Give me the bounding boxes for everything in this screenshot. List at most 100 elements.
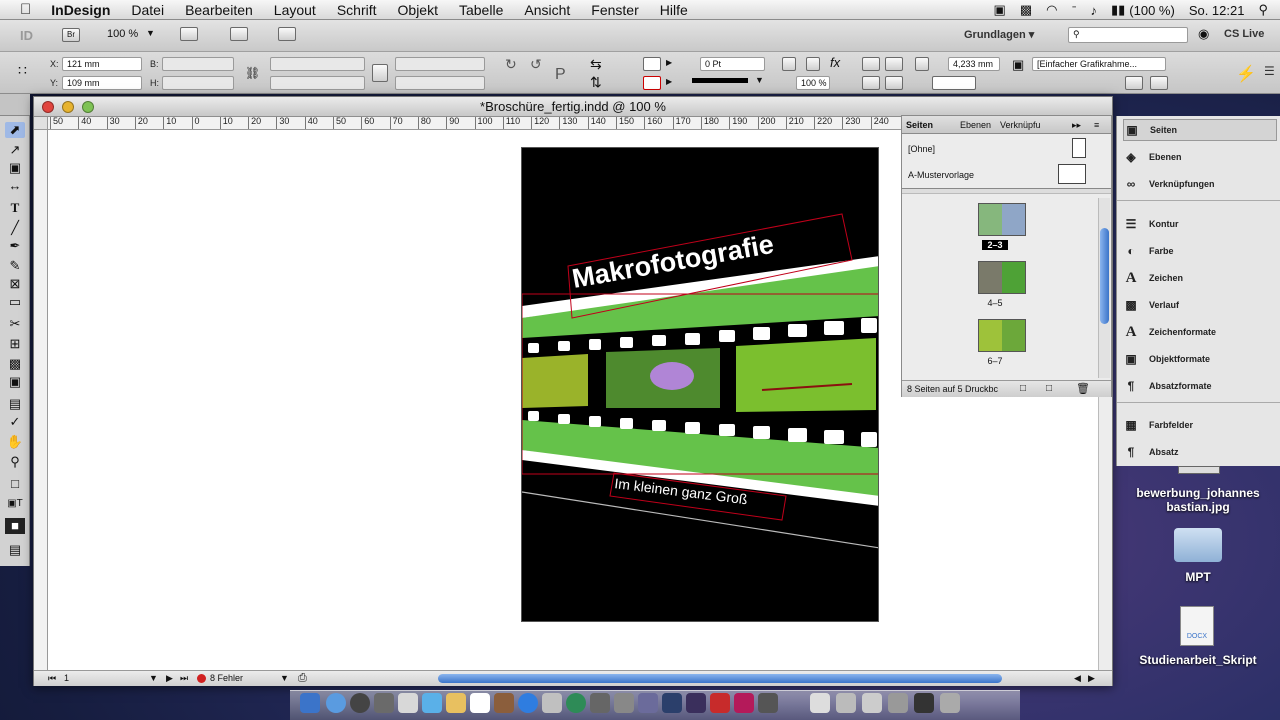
indesign-dock-icon[interactable]: [734, 693, 754, 713]
hand-tool-icon[interactable]: ✋: [5, 434, 25, 450]
corner-shape-dropdown[interactable]: [932, 76, 976, 90]
xcode-icon[interactable]: [638, 693, 658, 713]
docx-file-icon[interactable]: DOCX: [1180, 606, 1214, 646]
dock-item-verlauf[interactable]: ▩ Verlauf: [1123, 294, 1277, 316]
tab-ebenen[interactable]: Ebenen: [960, 120, 991, 130]
mail-icon[interactable]: [422, 693, 442, 713]
preflight-dropdown-icon[interactable]: ▼: [280, 673, 289, 683]
image-file-icon[interactable]: [1178, 466, 1220, 474]
corner-size-field[interactable]: 4,233 mm: [948, 57, 1000, 71]
fill-arrow-icon[interactable]: ▶: [666, 58, 672, 67]
tab-seiten[interactable]: Seiten: [906, 120, 933, 130]
object-style-dropdown[interactable]: [Einfacher Grafikrahme...: [1032, 57, 1166, 71]
acrobat-icon[interactable]: [710, 693, 730, 713]
print-icon[interactable]: ⎙: [298, 672, 307, 685]
textedit-icon[interactable]: [398, 693, 418, 713]
constrain-proportions-icon[interactable]: ⛓: [245, 66, 260, 80]
reference-point-icon[interactable]: ∷: [18, 62, 27, 79]
dock-item-objektformate[interactable]: ▣ Objektformate: [1123, 348, 1277, 370]
volume-icon[interactable]: ♪: [1090, 3, 1097, 18]
camera-icon[interactable]: ▣: [994, 2, 1006, 18]
rectangle-tool-icon[interactable]: ▭: [5, 294, 25, 310]
spread-label-6-7[interactable]: 6–7: [982, 356, 1008, 366]
page-dropdown-icon[interactable]: ▼: [149, 673, 158, 683]
edit-page-size-icon[interactable]: □: [1020, 383, 1026, 394]
screen-mode-tool-icon[interactable]: ▤: [5, 542, 25, 558]
type-tool-icon[interactable]: T: [5, 200, 25, 216]
system-preferences-icon[interactable]: [374, 693, 394, 713]
dock-item-farbfelder[interactable]: ▦ Farbfelder: [1123, 414, 1277, 436]
dock-item-absatz[interactable]: ¶ Absatz: [1123, 441, 1277, 463]
notes-icon[interactable]: [446, 693, 466, 713]
horizontal-scroll-thumb[interactable]: [438, 674, 1002, 683]
fill-stroke-swatches-icon[interactable]: □: [5, 476, 25, 492]
lightning-icon[interactable]: ⚡: [1236, 64, 1256, 84]
documents-stack-icon[interactable]: [888, 693, 908, 713]
dock-item-zeichenformate[interactable]: A Zeichenformate: [1123, 321, 1277, 343]
shear-field[interactable]: [395, 76, 485, 90]
document-page[interactable]: Makrofotografie Im kleinen ganz Groß: [521, 147, 879, 622]
wrap-bounding-icon[interactable]: [885, 57, 903, 71]
free-transform-tool-icon[interactable]: ⊞: [5, 336, 25, 352]
menu-layout[interactable]: Layout: [274, 2, 316, 18]
new-page-icon[interactable]: □: [1046, 383, 1052, 394]
spread-label-4-5[interactable]: 4–5: [982, 298, 1008, 308]
zoom-tool-icon[interactable]: ⚲: [5, 454, 25, 470]
style-action-icon[interactable]: [1125, 76, 1143, 90]
facetime-icon[interactable]: [566, 693, 586, 713]
itunes-icon[interactable]: [518, 693, 538, 713]
master-none-thumbnail[interactable]: [1072, 138, 1086, 158]
panel-divider[interactable]: [902, 188, 1111, 194]
vertical-ruler[interactable]: [34, 130, 48, 670]
utility-icon[interactable]: [614, 693, 634, 713]
x-position-field[interactable]: 121 mm: [62, 57, 142, 71]
scale-x-field[interactable]: [270, 57, 365, 71]
spread-6-7[interactable]: [978, 319, 1026, 352]
corner-icon[interactable]: [915, 57, 929, 71]
rotate-ccw-icon[interactable]: ↺: [530, 56, 542, 73]
finder-icon[interactable]: [300, 693, 320, 713]
constrain-scale-icon[interactable]: [372, 64, 388, 82]
fit-content-icon[interactable]: [806, 57, 820, 71]
master-a-thumbnail[interactable]: [1058, 164, 1086, 184]
workspace-switcher[interactable]: Grundlagen ▾: [964, 28, 1034, 41]
dock-item-farbe[interactable]: ◐ Farbe: [1123, 240, 1277, 262]
wifi-icon[interactable]: ◠: [1046, 2, 1057, 18]
menu-app-indesign[interactable]: InDesign: [51, 2, 110, 18]
clock[interactable]: So. 12:21: [1189, 3, 1245, 18]
opacity-field[interactable]: 100 %: [796, 76, 830, 90]
bridge-app-icon[interactable]: [662, 693, 682, 713]
menu-bearbeiten[interactable]: Bearbeiten: [185, 2, 253, 18]
text-frame-icon[interactable]: P: [555, 66, 566, 84]
dock-item-verknuepfungen[interactable]: ∞ Verknüpfungen: [1123, 173, 1277, 195]
ruler-origin[interactable]: [34, 117, 48, 130]
selection-tool-icon[interactable]: ⬈: [5, 122, 25, 138]
bridge-button[interactable]: Br: [62, 28, 80, 42]
scroll-left-icon[interactable]: ◀: [1074, 673, 1081, 684]
zoom-window-icon[interactable]: [82, 101, 94, 113]
desktop-icon-mpt[interactable]: MPT: [1128, 570, 1268, 584]
apply-color-icon[interactable]: ■: [5, 518, 25, 534]
effects-icon[interactable]: fx: [830, 55, 840, 70]
last-page-icon[interactable]: ⏭: [180, 673, 188, 684]
wrap-jump-icon[interactable]: [885, 76, 903, 90]
after-effects-icon[interactable]: [686, 693, 706, 713]
fit-frame-icon[interactable]: [782, 57, 796, 71]
stroke-weight-field[interactable]: 0 Pt: [700, 57, 765, 71]
flip-vertical-icon[interactable]: ⇅: [590, 74, 602, 91]
spread-4-5[interactable]: [978, 261, 1026, 294]
tab-verknuepfungen[interactable]: Verknüpfu: [1000, 120, 1041, 130]
safari-icon[interactable]: [326, 693, 346, 713]
document-stack-icon[interactable]: [810, 693, 830, 713]
spread-label-2-3[interactable]: 2–3: [982, 240, 1008, 250]
direct-selection-tool-icon[interactable]: ↗: [5, 142, 25, 158]
search-input[interactable]: ⚲: [1068, 27, 1188, 43]
pages-scrollbar[interactable]: [1098, 198, 1110, 378]
panel-menu-icon[interactable]: ☰: [1264, 64, 1275, 78]
scroll-right-icon[interactable]: ▶: [1088, 673, 1095, 684]
rotate-icon[interactable]: ↻: [505, 56, 517, 73]
delete-page-icon[interactable]: 🗑: [1076, 382, 1090, 395]
menu-ansicht[interactable]: Ansicht: [524, 2, 570, 18]
formatting-affects-icon[interactable]: ▣T: [5, 496, 25, 512]
desktop-icon-studienarbeit[interactable]: Studienarbeit_Skript: [1128, 653, 1268, 667]
